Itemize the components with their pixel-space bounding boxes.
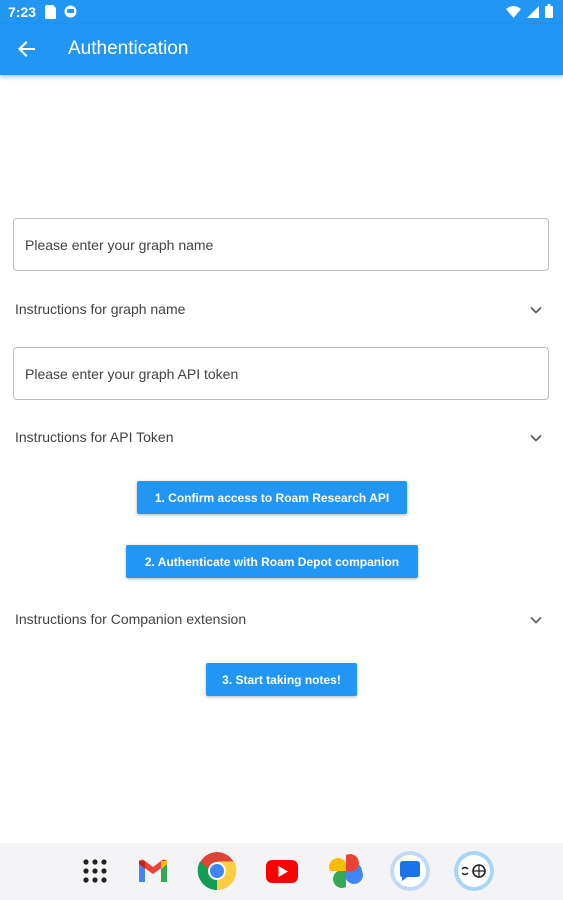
shield-icon: [64, 5, 77, 22]
roam-app-icon[interactable]: [453, 850, 495, 892]
arrow-back-icon: [18, 41, 35, 57]
app-dock: [0, 843, 563, 900]
photos-icon[interactable]: [325, 850, 367, 892]
app-bar: Authentication: [0, 24, 563, 75]
chevron-down-icon: [530, 306, 542, 314]
graph-name-input[interactable]: [14, 219, 548, 270]
wifi-icon: [506, 5, 521, 21]
confirm-access-button[interactable]: 1. Confirm access to Roam Research API: [137, 481, 407, 514]
app-drawer-icon[interactable]: [74, 850, 116, 892]
companion-instructions-expander[interactable]: Instructions for Companion extension: [0, 600, 563, 640]
graph-name-instructions-label: Instructions for graph name: [15, 301, 186, 317]
page-title: Authentication: [68, 38, 189, 59]
graph-name-field: [13, 218, 549, 271]
status-bar: 7:23: [0, 0, 563, 24]
sim-card-icon: [45, 5, 56, 22]
status-time: 7:23: [8, 4, 37, 20]
signal-icon: [527, 5, 539, 21]
battery-icon: [545, 4, 553, 21]
start-notes-button[interactable]: 3. Start taking notes!: [206, 663, 357, 696]
api-token-instructions-label: Instructions for API Token: [15, 429, 174, 445]
api-token-input[interactable]: [14, 348, 548, 399]
youtube-icon[interactable]: [261, 850, 303, 892]
back-button[interactable]: [12, 34, 42, 64]
gmail-icon[interactable]: [132, 850, 174, 892]
status-notification-icons: [45, 5, 77, 22]
companion-instructions-label: Instructions for Companion extension: [15, 611, 247, 627]
graph-name-instructions-expander[interactable]: Instructions for graph name: [0, 290, 563, 330]
authenticate-companion-button[interactable]: 2. Authenticate with Roam Depot companio…: [126, 545, 418, 578]
api-token-instructions-expander[interactable]: Instructions for API Token: [0, 418, 563, 458]
messages-icon[interactable]: [389, 850, 431, 892]
chrome-icon[interactable]: [196, 850, 238, 892]
chevron-down-icon: [530, 616, 542, 624]
chevron-down-icon: [530, 434, 542, 442]
api-token-field: [13, 347, 549, 400]
status-system-icons: [506, 4, 553, 21]
